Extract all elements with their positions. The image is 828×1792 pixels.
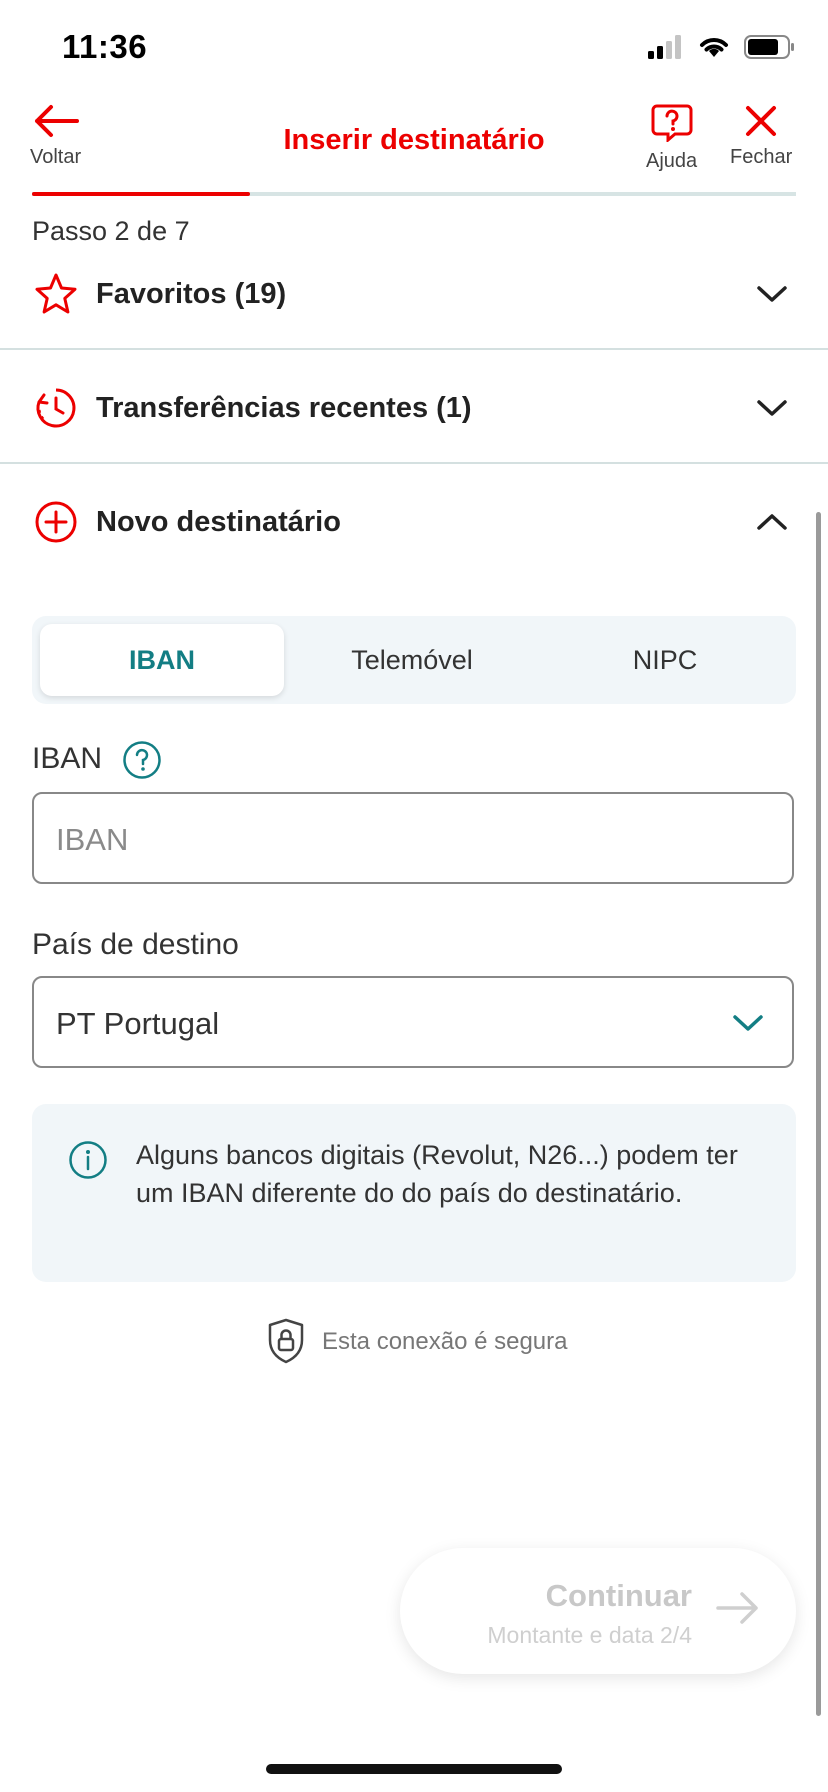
signal-icon	[648, 35, 681, 59]
country-value: PT Portugal	[56, 1006, 220, 1041]
iban-input[interactable]	[32, 792, 794, 884]
plus-circle-icon	[35, 501, 77, 543]
star-icon	[35, 273, 77, 314]
help-label: Ajuda	[646, 150, 698, 172]
iban-label: IBAN	[32, 742, 103, 775]
step-indicator: Passo 2 de 7	[32, 216, 190, 246]
shield-lock-icon	[268, 1318, 304, 1364]
chevron-down-icon	[733, 1015, 763, 1031]
new-recipient-row[interactable]: Novo destinatário	[0, 492, 828, 552]
close-icon	[746, 106, 777, 136]
continue-label: Continuar	[545, 1578, 692, 1613]
battery-icon	[744, 35, 794, 59]
help-bubble-icon	[651, 104, 693, 142]
status-icons	[648, 34, 796, 60]
arrow-right-icon	[716, 1592, 758, 1624]
info-text: Alguns bancos digitais (Revolut, N26...)…	[136, 1140, 738, 1208]
progress-fill	[32, 192, 251, 196]
home-indicator[interactable]	[266, 1764, 562, 1774]
divider	[0, 348, 828, 350]
history-clock-icon	[36, 388, 76, 428]
chevron-down-icon	[757, 286, 787, 302]
question-circle-icon[interactable]	[122, 740, 162, 780]
country-label: País de destino	[32, 928, 239, 961]
close-label: Fechar	[730, 146, 793, 168]
tab-iban[interactable]: IBAN	[40, 624, 284, 696]
close-button[interactable]: Fechar	[730, 104, 792, 169]
continue-sublabel: Montante e data 2/4	[487, 1622, 692, 1648]
page-title: Inserir destinatário	[283, 124, 545, 156]
iban-placeholder: IBAN	[56, 822, 129, 857]
secure-connection-text: Esta conexão é segura	[322, 1328, 568, 1355]
wifi-icon	[700, 38, 728, 57]
status-time: 11:36	[62, 28, 148, 65]
chevron-up-icon	[757, 514, 787, 530]
recent-transfers-label: Transferências recentes (1)	[96, 391, 472, 424]
new-recipient-label: Novo destinatário	[96, 505, 341, 538]
scrollbar[interactable]	[816, 512, 821, 1716]
tab-nipc[interactable]: NIPC	[540, 624, 790, 696]
info-icon	[69, 1141, 107, 1179]
divider	[0, 462, 828, 464]
help-button[interactable]: Ajuda	[646, 104, 697, 173]
favorites-row[interactable]: Favoritos (19)	[0, 264, 828, 324]
chevron-down-icon	[757, 400, 787, 416]
recent-transfers-row[interactable]: Transferências recentes (1)	[0, 378, 828, 438]
tab-telemovel[interactable]: Telemóvel	[290, 624, 534, 696]
favorites-label: Favoritos (19)	[96, 277, 287, 310]
